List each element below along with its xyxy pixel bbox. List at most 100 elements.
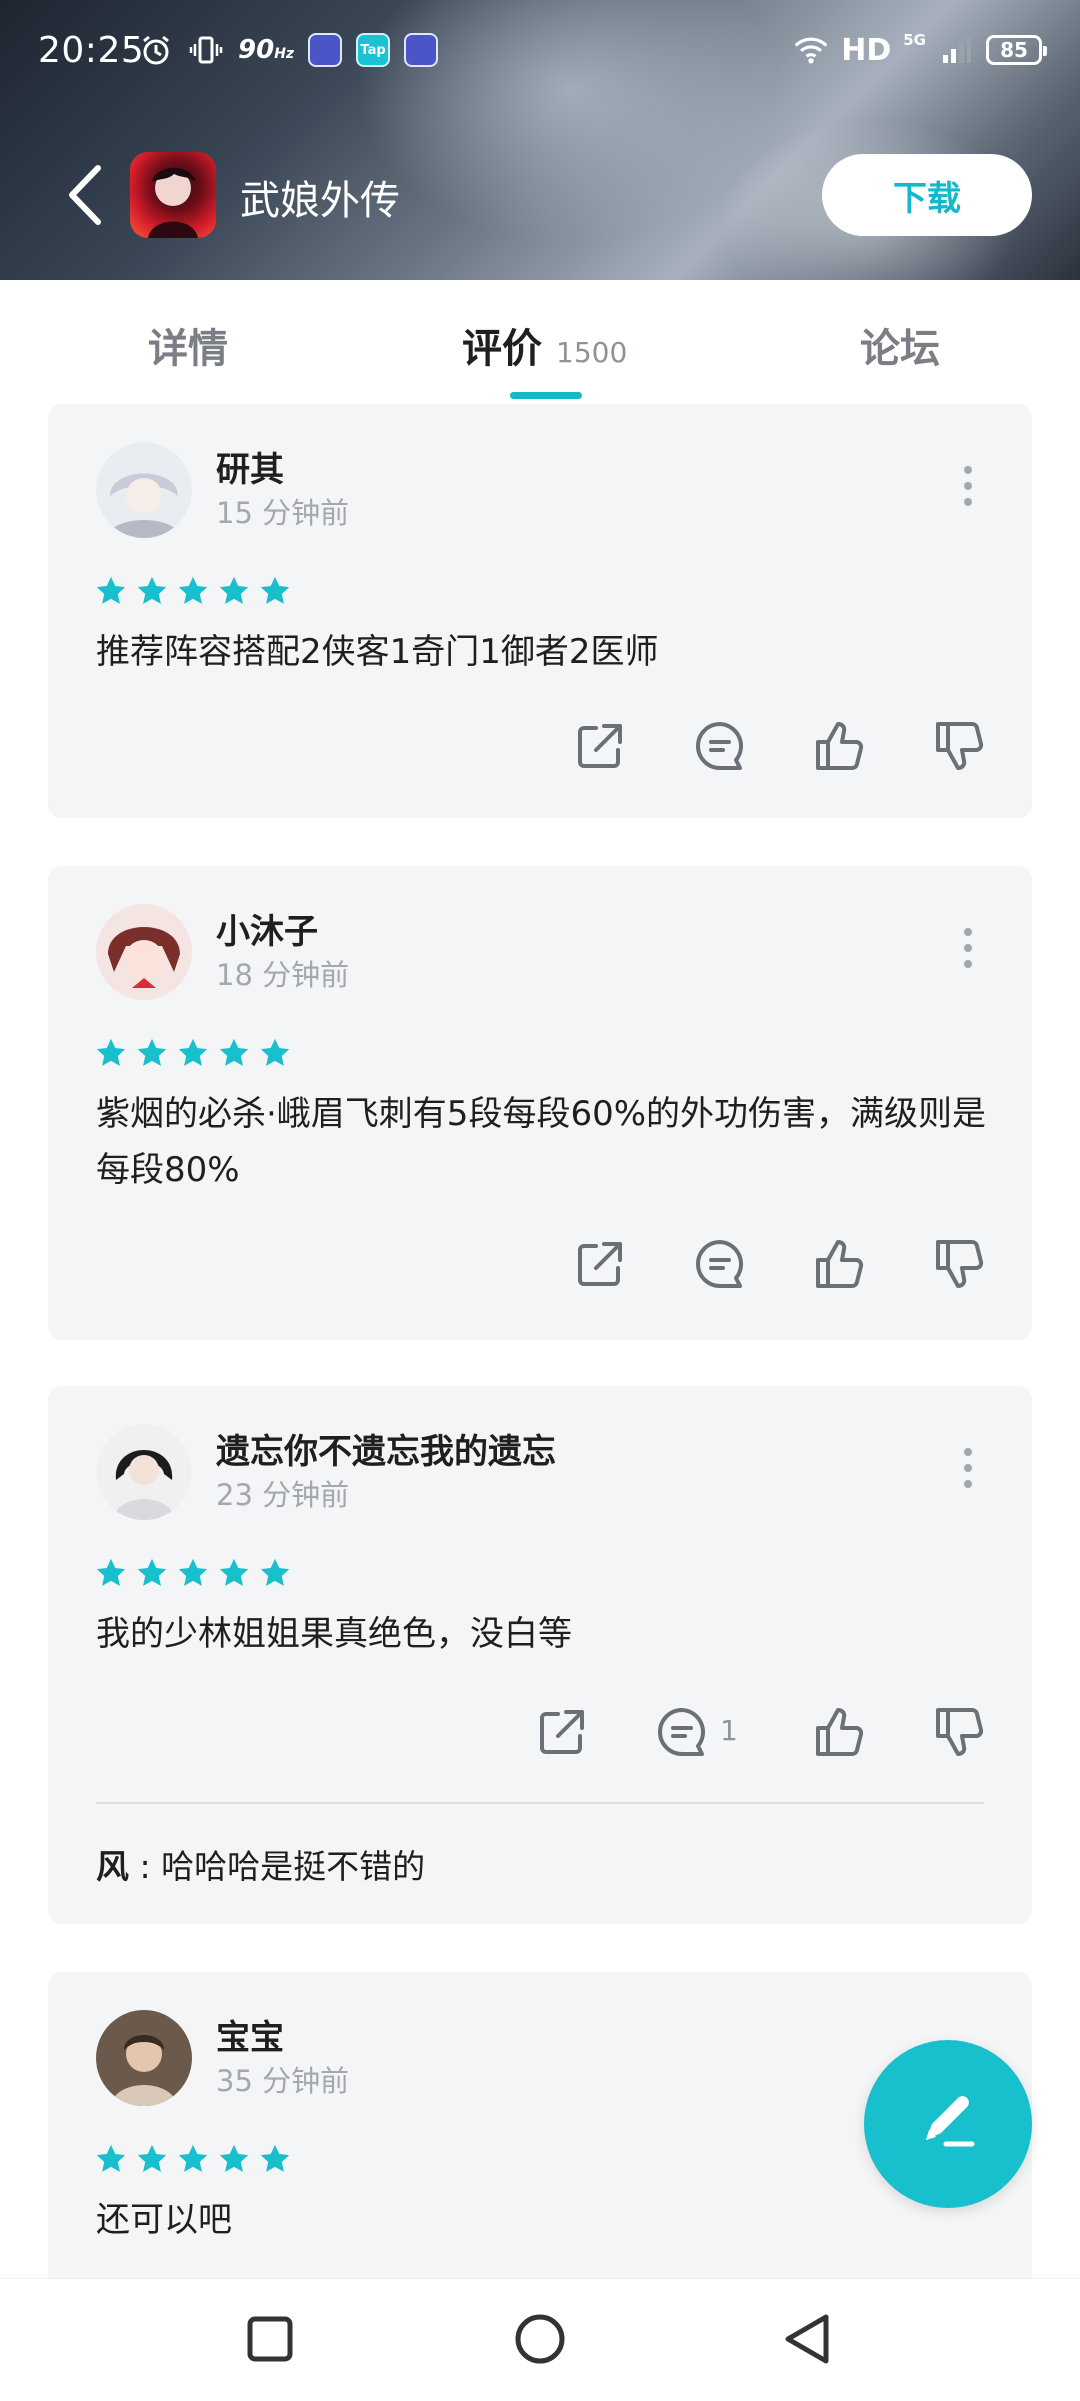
review-username[interactable]: 研其 xyxy=(216,442,284,491)
comment-button[interactable] xyxy=(688,714,752,778)
star-icon xyxy=(178,576,208,604)
more-options-icon[interactable] xyxy=(962,926,974,970)
like-button[interactable] xyxy=(808,714,872,778)
tap-app-icon: Tap xyxy=(356,33,391,67)
review-card: 遗忘你不遗忘我的遗忘 23 分钟前 我的少林姐姐果真绝色，没白等 1 风 : 哈… xyxy=(48,1386,1032,1924)
reply-author[interactable]: 风 xyxy=(96,1847,129,1886)
star-icon xyxy=(260,1558,290,1586)
review-username[interactable]: 宝宝 xyxy=(216,2010,284,2059)
alarm-icon xyxy=(138,32,174,68)
recent-apps-button[interactable] xyxy=(240,2309,300,2369)
reply-divider xyxy=(96,1802,984,1804)
reply-text: 哈哈哈是挺不错的 xyxy=(161,1847,426,1886)
comment-button[interactable] xyxy=(688,1232,752,1296)
review-actions: 1 xyxy=(474,1700,992,1764)
status-icons-left: 90Hz Tap xyxy=(138,32,439,68)
review-card: 研其 15 分钟前 推荐阵容搭配2侠客1奇门1御者2医师 xyxy=(48,404,1032,818)
tab-reviews[interactable]: 评价 1500 xyxy=(462,316,627,374)
comment-button[interactable]: 1 xyxy=(650,1700,738,1764)
comment-icon xyxy=(658,1708,706,1756)
star-icon xyxy=(137,1558,167,1586)
review-content: 还可以吧 xyxy=(96,2200,232,2240)
star-rating xyxy=(94,1036,292,1070)
network-type: HD xyxy=(841,32,892,68)
review-username[interactable]: 小沐子 xyxy=(216,904,318,953)
review-actions xyxy=(512,1232,992,1296)
star-icon xyxy=(96,1558,126,1586)
game-title: 武娘外传 xyxy=(240,178,400,224)
review-card: 小沐子 18 分钟前 紫烟的必杀·峨眉飞刺有5段每段60%的外功伤害，满级则是每… xyxy=(48,866,1032,1340)
review-time: 35 分钟前 xyxy=(216,2064,350,2098)
reply-preview[interactable]: 风 : 哈哈哈是挺不错的 xyxy=(96,1840,425,1888)
app-header: 20:25 90Hz Tap HD 5G 85 武娘外传 下载 xyxy=(0,0,1080,280)
star-icon xyxy=(137,2144,167,2172)
vibrate-icon xyxy=(188,32,224,68)
star-icon xyxy=(178,1558,208,1586)
circle-icon xyxy=(515,2314,565,2364)
refresh-rate: 90Hz xyxy=(238,35,295,65)
star-icon xyxy=(96,1038,126,1066)
write-review-button[interactable] xyxy=(864,2040,1032,2208)
share-button[interactable] xyxy=(568,714,632,778)
home-button[interactable] xyxy=(510,2309,570,2369)
star-icon xyxy=(178,1038,208,1066)
clipboard-app-icon xyxy=(404,33,439,67)
avatar[interactable] xyxy=(96,442,192,538)
dislike-button[interactable] xyxy=(928,714,992,778)
game-icon[interactable] xyxy=(130,152,216,238)
thumbs-up-icon xyxy=(816,722,864,770)
star-icon xyxy=(260,576,290,604)
thumbs-down-icon xyxy=(936,722,984,770)
comment-icon xyxy=(696,722,744,770)
star-icon xyxy=(137,1038,167,1066)
shield-app-icon xyxy=(308,33,343,67)
back-button[interactable] xyxy=(60,160,110,230)
star-icon xyxy=(219,1038,249,1066)
battery-indicator: 85 xyxy=(986,35,1047,65)
share-icon xyxy=(540,1710,584,1754)
review-time: 15 分钟前 xyxy=(216,496,350,530)
thumbs-up-icon xyxy=(816,1708,864,1756)
star-icon xyxy=(178,2144,208,2172)
triangle-back-icon xyxy=(785,2314,829,2364)
share-button[interactable] xyxy=(530,1700,594,1764)
star-icon xyxy=(260,1038,290,1066)
star-icon xyxy=(96,576,126,604)
review-username[interactable]: 遗忘你不遗忘我的遗忘 xyxy=(216,1424,556,1473)
avatar[interactable] xyxy=(96,904,192,1000)
status-icons-right: HD 5G 85 xyxy=(793,31,1047,68)
tab-forum[interactable]: 论坛 xyxy=(860,316,940,374)
star-icon xyxy=(219,576,249,604)
signal-icon xyxy=(938,32,974,68)
star-rating xyxy=(94,574,292,608)
review-content: 紫烟的必杀·峨眉飞刺有5段每段60%的外功伤害，满级则是每段80% xyxy=(96,1094,987,1190)
star-icon xyxy=(260,2144,290,2172)
review-time: 18 分钟前 xyxy=(216,958,350,992)
dislike-button[interactable] xyxy=(928,1700,992,1764)
star-icon xyxy=(96,2144,126,2172)
avatar[interactable] xyxy=(96,2010,192,2106)
pen-icon xyxy=(926,2096,975,2147)
download-button[interactable]: 下载 xyxy=(822,154,1032,236)
status-bar: 20:25 90Hz Tap HD 5G 85 xyxy=(0,0,1080,110)
star-icon xyxy=(137,576,167,604)
review-count: 1500 xyxy=(556,336,628,369)
tab-details[interactable]: 详情 xyxy=(148,316,228,374)
star-rating xyxy=(94,2142,292,2176)
back-nav-button[interactable] xyxy=(778,2309,838,2369)
review-content: 我的少林姐姐果真绝色，没白等 xyxy=(96,1614,572,1654)
active-tab-indicator xyxy=(510,392,582,399)
share-icon xyxy=(578,724,622,768)
avatar[interactable] xyxy=(96,1424,192,1520)
star-icon xyxy=(219,2144,249,2172)
dislike-button[interactable] xyxy=(928,1232,992,1296)
share-icon xyxy=(578,1242,622,1286)
more-options-icon[interactable] xyxy=(962,1446,974,1490)
more-options-icon[interactable] xyxy=(962,464,974,508)
like-button[interactable] xyxy=(808,1232,872,1296)
like-button[interactable] xyxy=(808,1700,872,1764)
comment-count: 1 xyxy=(720,1714,738,1747)
star-rating xyxy=(94,1556,292,1590)
share-button[interactable] xyxy=(568,1232,632,1296)
square-icon xyxy=(247,2316,293,2362)
